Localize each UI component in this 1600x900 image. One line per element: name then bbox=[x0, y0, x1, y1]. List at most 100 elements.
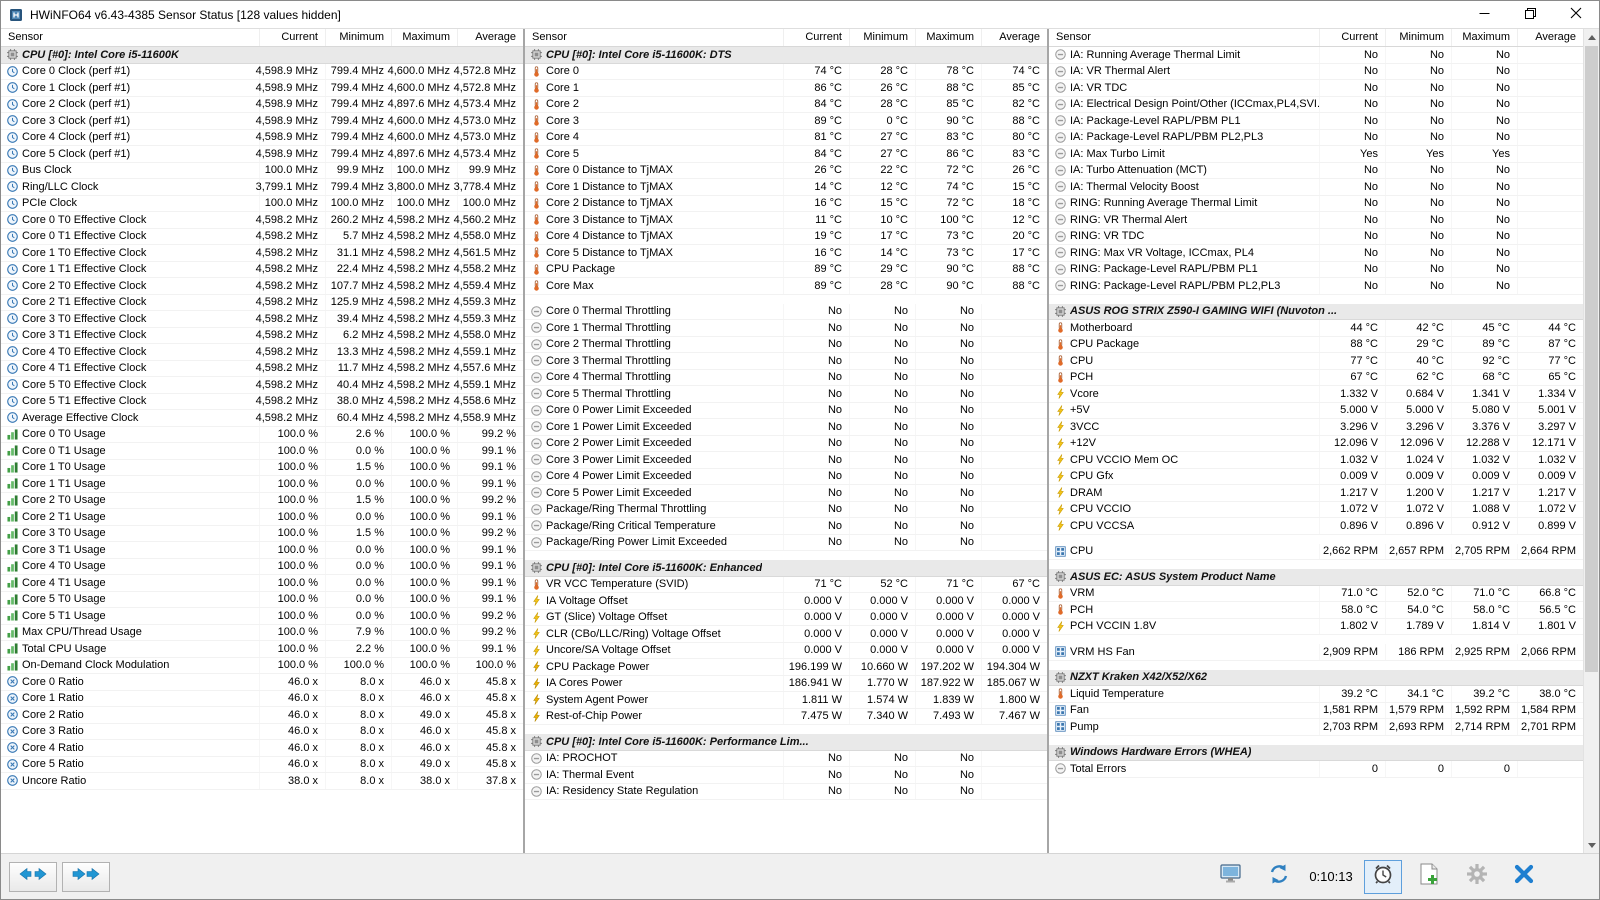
sensor-row[interactable]: IA: Turbo Attenuation (MCT) No No No bbox=[1049, 162, 1583, 179]
sensor-row[interactable]: Pump 2,703 RPM 2,693 RPM 2,714 RPM 2,701 RPM bbox=[1049, 719, 1583, 736]
sensor-row[interactable]: On-Demand Clock Modulation 100.0 % 100.0 %… bbox=[1, 657, 523, 674]
sensor-row[interactable]: Core 5 T1 Effective Clock 4,598.2 MHz 38.0… bbox=[1, 393, 523, 410]
sensor-row[interactable]: Core 1 Distance to TjMAX 14 °C 12 °C 74 °C 1… bbox=[525, 179, 1047, 196]
sensor-row[interactable]: IA: Package-Level RAPL/PBM PL2,PL3 No No No bbox=[1049, 129, 1583, 146]
nav-left-right-button[interactable] bbox=[9, 861, 57, 892]
sensor-row[interactable]: IA Cores Power 186.941 W 1.770 W 187.922 W1… bbox=[525, 675, 1047, 692]
sensor-row[interactable]: VRM HS Fan 2,909 RPM 186 RPM 2,925 RPM 2,066… bbox=[1049, 644, 1583, 661]
sensor-row[interactable]: IA: PROCHOT No No No bbox=[525, 750, 1047, 767]
sensor-row[interactable]: Package/Ring Thermal Throttling No No No bbox=[525, 501, 1047, 518]
sensor-row[interactable]: Fan 1,581 RPM 1,579 RPM 1,592 RPM 1,584 RPM bbox=[1049, 702, 1583, 719]
sensor-row[interactable]: Core 0 Power Limit Exceeded No No No bbox=[525, 402, 1047, 419]
sensor-row[interactable]: CPU Package Power 196.199 W 10.660 W 197.20… bbox=[525, 659, 1047, 676]
sensor-row[interactable]: Core 1 T0 Usage 100.0 % 1.5 % 100.0 % 99.1 % bbox=[1, 459, 523, 476]
sensor-row[interactable]: Core 2 T0 Effective Clock 4,598.2 MHz 107.… bbox=[1, 278, 523, 295]
sensor-row[interactable]: Liquid Temperature 39.2 °C 34.1 °C 39.2 °C 3… bbox=[1049, 686, 1583, 703]
sensor-row[interactable]: Rest-of-Chip Power 7.475 W 7.340 W 7.493 W7… bbox=[525, 708, 1047, 725]
sensor-row[interactable]: Core 4 Clock (perf #1) 4,598.9 MHz 799.4 M… bbox=[1, 129, 523, 146]
sensor-row[interactable]: Core 3 Clock (perf #1) 4,598.9 MHz 799.4 M… bbox=[1, 113, 523, 130]
sensor-row[interactable]: Core 1 Thermal Throttling No No No bbox=[525, 320, 1047, 337]
sensor-row[interactable]: Core 2 T0 Usage 100.0 % 1.5 % 100.0 % 99.2 % bbox=[1, 492, 523, 509]
sensor-row[interactable]: Motherboard 44 °C 42 °C 45 °C 44 °C bbox=[1049, 320, 1583, 337]
sensor-row[interactable]: Core 3 Ratio 46.0 x 8.0 x 46.0 x 45.8 x bbox=[1, 723, 523, 740]
sensor-row[interactable]: Core 3 T1 Usage 100.0 % 0.0 % 100.0 % 99.1 % bbox=[1, 542, 523, 559]
sensor-row[interactable]: Core 3 T1 Effective Clock 4,598.2 MHz 6.2 … bbox=[1, 327, 523, 344]
sensor-row[interactable]: Core 4 Ratio 46.0 x 8.0 x 46.0 x 45.8 x bbox=[1, 740, 523, 757]
sensor-row[interactable]: GT (Slice) Voltage Offset 0.000 V 0.000 V0… bbox=[525, 609, 1047, 626]
sensor-row[interactable]: Core 2 84 °C 28 °C 85 °C 82 °C bbox=[525, 96, 1047, 113]
sensor-row[interactable]: PCIe Clock 100.0 MHz 100.0 MHz 100.0 MHz 100… bbox=[1, 195, 523, 212]
sensor-row[interactable]: Core 0 Ratio 46.0 x 8.0 x 46.0 x 45.8 x bbox=[1, 674, 523, 691]
sensor-row[interactable]: Uncore Ratio 38.0 x 8.0 x 38.0 x 37.8 x bbox=[1, 773, 523, 790]
sensor-row[interactable]: Total Errors 0 0 0 bbox=[1049, 761, 1583, 778]
sensor-row[interactable]: Core 2 T1 Effective Clock 4,598.2 MHz 125.… bbox=[1, 294, 523, 311]
sensor-row[interactable]: Core 0 T0 Usage 100.0 % 2.6 % 100.0 % 99.2 % bbox=[1, 426, 523, 443]
section-header[interactable]: Windows Hardware Errors (WHEA) bbox=[1049, 744, 1583, 761]
sensor-row[interactable]: RING: Running Average Thermal Limit No No N… bbox=[1049, 195, 1583, 212]
sensor-row[interactable]: CPU Package 88 °C 29 °C 89 °C 87 °C bbox=[1049, 336, 1583, 353]
sensor-row[interactable]: Bus Clock 100.0 MHz 99.9 MHz 100.0 MHz 99.9 … bbox=[1, 162, 523, 179]
sensor-row[interactable]: Core 1 Clock (perf #1) 4,598.9 MHz 799.4 M… bbox=[1, 80, 523, 97]
sensor-row[interactable]: IA: VR TDC No No No bbox=[1049, 80, 1583, 97]
sensor-row[interactable]: IA: Residency State Regulation No No No bbox=[525, 783, 1047, 800]
sensor-row[interactable]: PCH VCCIN 1.8V 1.802 V 1.789 V 1.814 V 1.801… bbox=[1049, 618, 1583, 635]
sensor-row[interactable]: Core 3 89 °C 0 °C 90 °C 88 °C bbox=[525, 113, 1047, 130]
sensor-row[interactable]: VRM 71.0 °C 52.0 °C 71.0 °C 66.8 °C bbox=[1049, 585, 1583, 602]
sensor-row[interactable]: Core 1 Ratio 46.0 x 8.0 x 46.0 x 45.8 x bbox=[1, 690, 523, 707]
sensor-row[interactable]: Core 1 T1 Usage 100.0 % 0.0 % 100.0 % 99.1 % bbox=[1, 476, 523, 493]
section-header[interactable]: NZXT Kraken X42/X52/X62 bbox=[1049, 669, 1583, 686]
sensor-row[interactable]: Core 5 Power Limit Exceeded No No No bbox=[525, 485, 1047, 502]
sensor-row[interactable]: RING: Package-Level RAPL/PBM PL2,PL3 No No… bbox=[1049, 278, 1583, 295]
sensor-row[interactable]: DRAM 1.217 V 1.200 V 1.217 V 1.217 V bbox=[1049, 485, 1583, 502]
sensor-row[interactable]: Core 2 Ratio 46.0 x 8.0 x 49.0 x 45.8 x bbox=[1, 707, 523, 724]
sensor-row[interactable]: RING: VR Thermal Alert No No No bbox=[1049, 212, 1583, 229]
section-header[interactable]: CPU [#0]: Intel Core i5-11600K bbox=[1, 47, 523, 64]
sensor-row[interactable]: Core 0 T0 Effective Clock 4,598.2 MHz 260.… bbox=[1, 212, 523, 229]
minimize-button[interactable] bbox=[1461, 1, 1507, 28]
sensor-row[interactable]: Core 0 74 °C 28 °C 78 °C 74 °C bbox=[525, 63, 1047, 80]
sensor-row[interactable]: IA: Max Turbo Limit Yes Yes Yes bbox=[1049, 146, 1583, 163]
section-header[interactable]: CPU [#0]: Intel Core i5-11600K: Enhanced bbox=[525, 560, 1047, 577]
section-header[interactable]: CPU [#0]: Intel Core i5-11600K: DTS bbox=[525, 47, 1047, 64]
sensor-row[interactable]: CPU Gfx 0.009 V 0.009 V 0.009 V 0.009 V bbox=[1049, 468, 1583, 485]
sensor-row[interactable]: IA: Electrical Design Point/Other (ICCma… bbox=[1049, 96, 1583, 113]
sensor-row[interactable]: PCH 67 °C 62 °C 68 °C 65 °C bbox=[1049, 369, 1583, 386]
remote-monitor-button[interactable] bbox=[1213, 860, 1251, 894]
sensor-row[interactable]: 3VCC 3.296 V 3.296 V 3.376 V 3.297 V bbox=[1049, 419, 1583, 436]
sensor-row[interactable]: CLR (CBo/LLC/Ring) Voltage Offset 0.000 V… bbox=[525, 626, 1047, 643]
sensor-row[interactable]: CPU 77 °C 40 °C 92 °C 77 °C bbox=[1049, 353, 1583, 370]
sensor-row[interactable]: Core 5 Distance to TjMAX 16 °C 14 °C 73 °C 1… bbox=[525, 245, 1047, 262]
settings-gear-button[interactable] bbox=[1458, 860, 1496, 894]
sensor-row[interactable]: Core 5 Clock (perf #1) 4,598.9 MHz 799.4 M… bbox=[1, 146, 523, 163]
sensor-row[interactable]: +12V 12.096 V 12.096 V 12.288 V 12.171 V bbox=[1049, 435, 1583, 452]
sensor-row[interactable]: VR VCC Temperature (SVID) 71 °C 52 °C 71 °C… bbox=[525, 576, 1047, 593]
sensor-row[interactable]: Core 0 T1 Effective Clock 4,598.2 MHz 5.7 … bbox=[1, 228, 523, 245]
sensor-row[interactable]: CPU VCCIO 1.072 V 1.072 V 1.088 V 1.072 V bbox=[1049, 501, 1583, 518]
sensor-row[interactable]: Core 1 T0 Effective Clock 4,598.2 MHz 31.1… bbox=[1, 245, 523, 262]
sensor-row[interactable]: Uncore/SA Voltage Offset 0.000 V 0.000 V 0.… bbox=[525, 642, 1047, 659]
sensor-row[interactable]: IA: VR Thermal Alert No No No bbox=[1049, 63, 1583, 80]
sensor-row[interactable]: Core 2 Thermal Throttling No No No bbox=[525, 336, 1047, 353]
sensor-row[interactable]: IA: Running Average Thermal Limit No No No bbox=[1049, 47, 1583, 64]
alarm-clock-button[interactable] bbox=[1364, 859, 1402, 894]
sensor-row[interactable]: PCH 58.0 °C 54.0 °C 58.0 °C 56.5 °C bbox=[1049, 602, 1583, 619]
maximize-button[interactable] bbox=[1507, 1, 1553, 28]
sensor-row[interactable]: Average Effective Clock 4,598.2 MHz 60.4 M… bbox=[1, 410, 523, 427]
sensor-row[interactable]: Core 4 Thermal Throttling No No No bbox=[525, 369, 1047, 386]
scrollbar-thumb[interactable] bbox=[1585, 46, 1598, 673]
report-add-button[interactable] bbox=[1411, 860, 1449, 894]
sensor-row[interactable]: Package/Ring Critical Temperature No No No bbox=[525, 518, 1047, 535]
sensor-row[interactable]: Total CPU Usage 100.0 % 2.2 % 100.0 % 99.1 % bbox=[1, 641, 523, 658]
sensor-row[interactable]: Core 1 Power Limit Exceeded No No No bbox=[525, 419, 1047, 436]
sensor-row[interactable]: Core 2 Distance to TjMAX 16 °C 15 °C 72 °C 1… bbox=[525, 195, 1047, 212]
sensor-row[interactable]: Core 5 T0 Effective Clock 4,598.2 MHz 40.4… bbox=[1, 377, 523, 394]
sensor-row[interactable]: Package/Ring Power Limit Exceeded No No No bbox=[525, 534, 1047, 551]
sensor-row[interactable]: Core 4 T0 Effective Clock 4,598.2 MHz 13.3… bbox=[1, 344, 523, 361]
sensor-row[interactable]: Core 5 Thermal Throttling No No No bbox=[525, 386, 1047, 403]
close-x-button[interactable] bbox=[1505, 860, 1543, 894]
sensor-row[interactable]: Core 4 T1 Effective Clock 4,598.2 MHz 11.7… bbox=[1, 360, 523, 377]
sensor-row[interactable]: IA Voltage Offset 0.000 V 0.000 V 0.000 V 0.… bbox=[525, 593, 1047, 610]
sensor-row[interactable]: RING: VR TDC No No No bbox=[1049, 228, 1583, 245]
sensor-row[interactable]: Core 4 Power Limit Exceeded No No No bbox=[525, 468, 1047, 485]
sensor-row[interactable]: Core 1 T1 Effective Clock 4,598.2 MHz 22.4… bbox=[1, 261, 523, 278]
